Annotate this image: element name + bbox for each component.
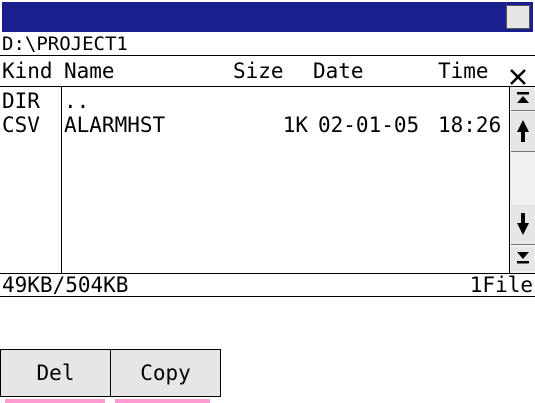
- scroll-down-button[interactable]: [511, 205, 535, 245]
- scroll-up-icon: [517, 120, 529, 142]
- close-button[interactable]: [506, 5, 530, 85]
- delete-button-highlight: [5, 399, 105, 403]
- file-count: 1File: [469, 273, 533, 297]
- file-row[interactable]: DIR ..: [0, 89, 535, 113]
- status-bar: 49KB/504KB 1File: [0, 273, 535, 297]
- file-kind: CSV: [2, 113, 40, 137]
- copy-button-highlight: [115, 399, 210, 403]
- scroll-up-button[interactable]: [511, 112, 535, 152]
- window-titlebar: Program/Data...:Alarm information: [2, 2, 533, 85]
- column-size: Size: [233, 59, 284, 83]
- current-path: D:\PROJECT1: [2, 33, 128, 55]
- scroll-down-icon: [517, 213, 529, 235]
- scrollbar[interactable]: [509, 87, 535, 273]
- copy-button[interactable]: Copy: [110, 349, 221, 397]
- file-row[interactable]: CSV ALARMHST 1K 02-01-05 18:26: [0, 113, 535, 137]
- column-time: Time: [438, 59, 489, 83]
- column-name: Name: [64, 59, 115, 83]
- file-kind: DIR: [2, 89, 40, 113]
- scroll-to-bottom-icon: [517, 252, 529, 264]
- column-date: Date: [313, 59, 364, 83]
- file-name: ALARMHST: [64, 113, 166, 137]
- file-name: ..: [64, 89, 90, 113]
- storage-usage: 49KB/504KB: [2, 273, 129, 297]
- file-time: 18:26: [438, 113, 502, 137]
- file-size: 1K: [282, 113, 308, 137]
- delete-button[interactable]: Del: [0, 349, 111, 397]
- scroll-to-top-button[interactable]: [511, 89, 535, 111]
- file-list-header: Kind Name Size Date Time: [0, 55, 535, 87]
- scroll-to-top-icon: [517, 92, 529, 103]
- column-kind: Kind: [2, 59, 53, 83]
- file-date: 02-01-05: [318, 113, 420, 137]
- scroll-to-bottom-button[interactable]: [511, 247, 535, 271]
